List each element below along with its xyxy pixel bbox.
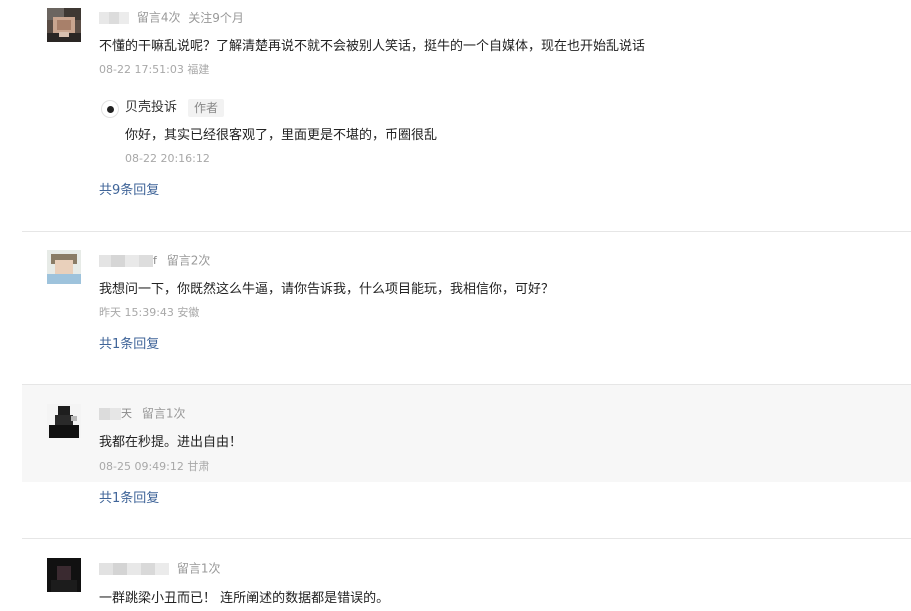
comment-timestamp: 08-25 09:49:12 甘肃 bbox=[99, 460, 210, 473]
view-replies-link[interactable]: 共1条回复 bbox=[99, 490, 159, 508]
blurred-username[interactable] bbox=[99, 407, 121, 421]
author-badge: 作者 bbox=[188, 99, 225, 117]
author-reply-timestamp: 08-22 20:16:12 bbox=[125, 152, 210, 165]
blurred-username[interactable] bbox=[99, 11, 129, 25]
avatar[interactable] bbox=[47, 558, 81, 592]
comment-meta: 留言1次 bbox=[99, 561, 220, 576]
comment-meta: f 留言2次 bbox=[99, 253, 210, 268]
message-count-tag: 留言1次 bbox=[141, 406, 186, 421]
blurred-username[interactable] bbox=[99, 562, 169, 576]
view-replies-link[interactable]: 共1条回复 bbox=[99, 336, 159, 354]
message-count-tag: 留言1次 bbox=[176, 561, 221, 576]
comment-divider bbox=[22, 231, 911, 232]
comment-timestamp: 08-22 17:51:03 福建 bbox=[99, 63, 210, 76]
view-replies-link[interactable]: 共9条回复 bbox=[99, 182, 159, 200]
username-visible-part: 天 bbox=[121, 406, 132, 420]
author-reply-text: 你好，其实已经很客观了，里面更是不堪的，币圈很乱 bbox=[125, 128, 438, 143]
avatar[interactable] bbox=[47, 8, 81, 42]
follow-duration-tag: 关注9个月 bbox=[188, 10, 244, 25]
message-count-tag: 留言4次 bbox=[136, 10, 181, 25]
message-count-tag: 留言2次 bbox=[166, 253, 211, 268]
comment-meta: 留言4次 关注9个月 bbox=[99, 10, 244, 25]
author-name[interactable]: 贝壳投诉 bbox=[125, 100, 177, 116]
comment-text: 不懂的干嘛乱说呢？了解清楚再说不就不会被别人笑话，挺牛的一个自媒体，现在也开始乱… bbox=[99, 39, 646, 54]
comment-text: 我都在秒提。进出自由！ bbox=[99, 435, 243, 450]
comment-timestamp: 昨天 15:39:43 安徽 bbox=[99, 306, 200, 319]
comment-text: 一群跳梁小丑而已！ 连所阐述的数据都是错误的。 bbox=[99, 591, 390, 606]
avatar[interactable] bbox=[47, 250, 81, 284]
comment-text: 我想问一下，你既然这么牛逼，请你告诉我，什么项目能玩，我相信你，可好？ bbox=[99, 282, 555, 297]
avatar[interactable] bbox=[47, 404, 81, 438]
blurred-username[interactable] bbox=[99, 254, 153, 268]
shell-logo-icon bbox=[101, 100, 119, 118]
comment-divider bbox=[22, 538, 911, 539]
comment-meta: 天 留言1次 bbox=[99, 406, 185, 421]
username-visible-part: f bbox=[153, 253, 157, 267]
